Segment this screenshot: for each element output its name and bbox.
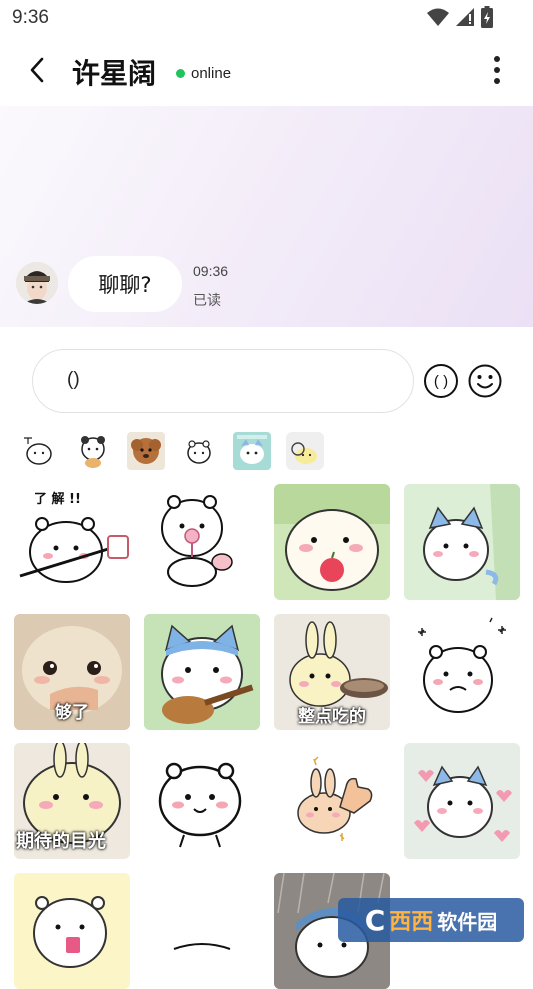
watermark-text: 软件园 (437, 909, 498, 934)
sticker-item[interactable] (144, 484, 260, 600)
sticker-pack-tab[interactable] (74, 432, 112, 470)
online-status: online (176, 65, 231, 82)
composer: () ( ) (0, 327, 533, 422)
read-receipt: 已读 (193, 293, 221, 309)
sticker-item[interactable] (14, 873, 130, 989)
more-dot-icon (494, 56, 500, 62)
sticker-item[interactable]: 期待的目光 (14, 743, 130, 859)
battery-icon (481, 6, 493, 28)
chat-title: 许星阔 (72, 57, 157, 90)
sticker-pack-tab[interactable] (233, 432, 271, 470)
sticker-item[interactable] (274, 484, 390, 600)
watermark-logo: C 西西 软件园 (338, 898, 524, 942)
online-label: online (191, 65, 232, 82)
message-input-value: () (67, 369, 80, 390)
sticker-item[interactable] (144, 614, 260, 730)
smiley-icon (468, 364, 502, 398)
signal-icon (456, 8, 474, 26)
sticker-item[interactable] (404, 743, 520, 859)
sticker-item[interactable]: 整点吃的 (274, 614, 390, 730)
watermark-accent: 西西 (389, 910, 434, 935)
chevron-left-icon (30, 57, 44, 83)
wifi-icon (427, 8, 449, 26)
voice-icon: ( ) (433, 372, 449, 390)
more-dot-icon (494, 78, 500, 84)
voice-button[interactable]: ( ) (424, 364, 458, 398)
status-bar: 9:36 (0, 0, 533, 36)
sticker-item[interactable] (144, 873, 260, 989)
sticker-pack-tab[interactable] (180, 432, 218, 470)
sticker-item[interactable] (404, 614, 520, 730)
contact-avatar[interactable] (16, 262, 58, 304)
message-text: 聊聊? (98, 273, 152, 297)
app-bar: 许星阔 online (0, 36, 533, 104)
message-bubble[interactable]: 聊聊? (68, 256, 182, 312)
chat-area[interactable]: 聊聊? 09:36 已读 (0, 106, 533, 327)
sticker-item[interactable]: 够了 (14, 614, 130, 730)
back-button[interactable] (22, 54, 52, 86)
sticker-item[interactable] (274, 743, 390, 859)
sticker-pack-tab[interactable] (286, 432, 324, 470)
status-icons (427, 6, 493, 28)
emoji-button[interactable] (468, 364, 502, 398)
online-dot (176, 69, 185, 78)
sticker-item[interactable] (404, 484, 520, 600)
status-time: 9:36 (12, 7, 49, 28)
sticker-item[interactable]: 了 解 !! (14, 484, 130, 600)
sticker-pack-tab[interactable] (127, 432, 165, 470)
sticker-grid: 了 解 !! 够了 整点吃的 期待的目光 (0, 482, 533, 989)
sticker-pack-tabs (0, 428, 533, 472)
more-dot-icon (494, 67, 500, 73)
more-options-button[interactable] (486, 54, 508, 86)
sticker-caption: 了 解 !! (34, 492, 81, 507)
sticker-caption: 够了 (55, 703, 89, 723)
message-time: 09:36 (193, 263, 229, 279)
sticker-item[interactable] (144, 743, 260, 859)
sticker-caption: 期待的目光 (16, 831, 106, 852)
sticker-pack-tab[interactable] (20, 432, 58, 470)
message-input[interactable]: () (32, 349, 414, 413)
sticker-caption: 整点吃的 (298, 707, 366, 727)
